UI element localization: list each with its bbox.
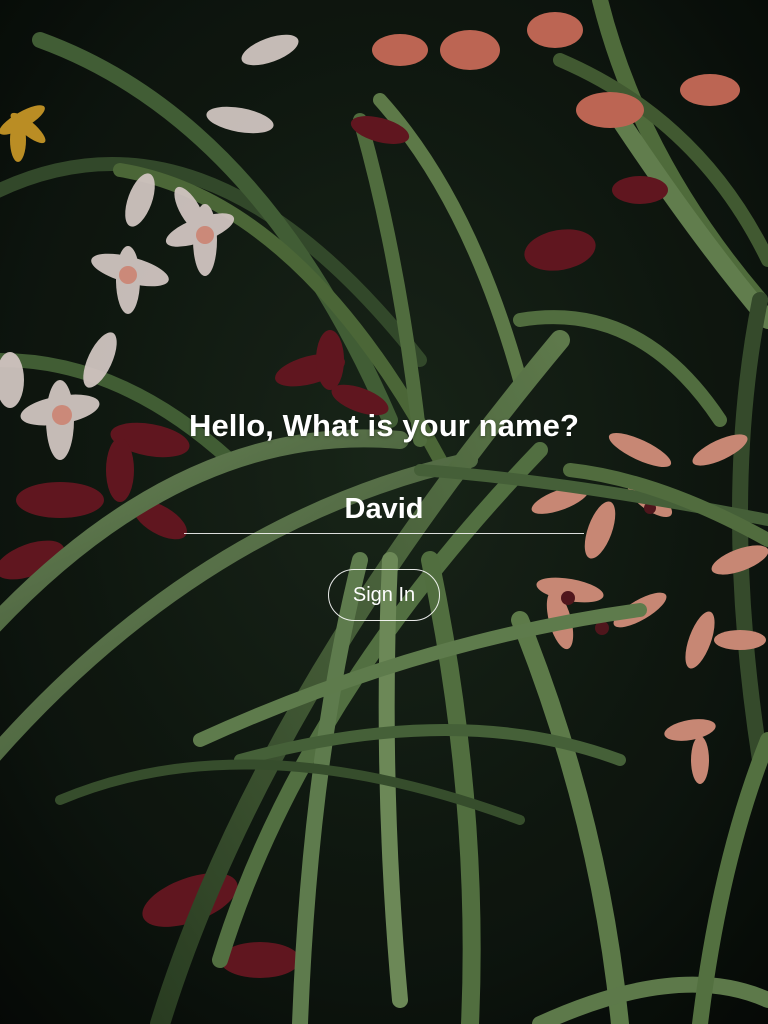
login-screen: Hello, What is your name? Sign In: [0, 0, 768, 1024]
login-form: Hello, What is your name? Sign In: [0, 0, 768, 1024]
name-input[interactable]: [184, 486, 584, 534]
sign-in-button[interactable]: Sign In: [328, 569, 440, 621]
name-prompt-heading: Hello, What is your name?: [188, 408, 580, 443]
